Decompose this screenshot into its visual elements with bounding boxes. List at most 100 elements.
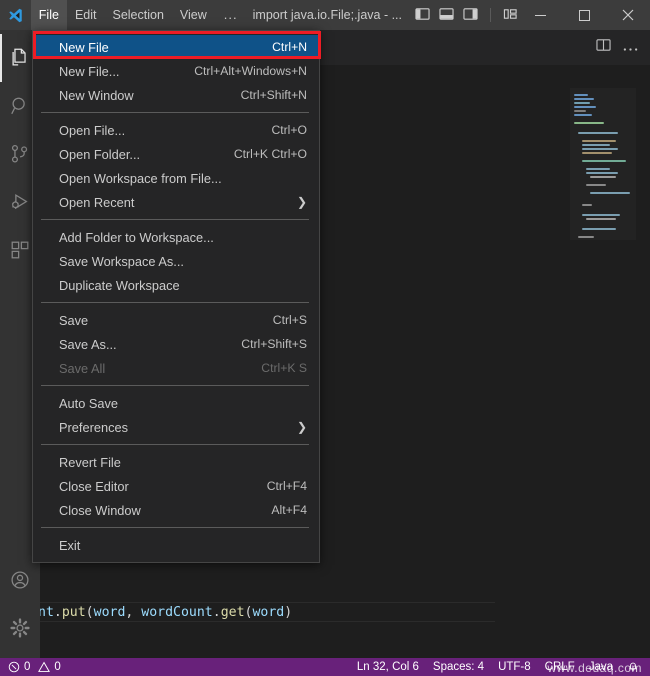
menu-item-shortcut: Ctrl+Shift+S bbox=[241, 337, 307, 351]
menu-item-label: Save All bbox=[59, 360, 106, 376]
menu-item-label: Revert File bbox=[59, 454, 121, 470]
menu-item-revert-file[interactable]: Revert File bbox=[33, 450, 319, 474]
cursor-position[interactable]: Ln 32, Col 6 bbox=[350, 661, 426, 673]
menu-item-label: Save As... bbox=[59, 336, 117, 352]
status-bar: 0 0 Ln 32, Col 6 Spaces: 4 UTF-8 CRLF Ja… bbox=[0, 658, 650, 676]
account-icon bbox=[11, 571, 29, 589]
file-menu-dropdown[interactable]: New File Ctrl+N New File... Ctrl+Alt+Win… bbox=[32, 30, 321, 563]
line-ending-setting[interactable]: CRLF bbox=[538, 661, 582, 673]
menu-item-label: Close Editor bbox=[59, 478, 129, 494]
minimize-button[interactable] bbox=[518, 0, 562, 30]
menu-item-shortcut: Ctrl+K Ctrl+O bbox=[233, 147, 307, 161]
files-icon bbox=[12, 48, 26, 66]
menu-item-label: Close Window bbox=[59, 502, 141, 518]
menu-item-save-workspace-as[interactable]: Save Workspace As... bbox=[33, 249, 319, 273]
vscode-window: File Edit Selection View ... import java… bbox=[0, 0, 650, 676]
chevron-right-icon: ❯ bbox=[296, 195, 307, 209]
menu-separator bbox=[41, 219, 309, 220]
menu-item-label: Preferences bbox=[59, 419, 128, 435]
menu-item-label: Open Folder... bbox=[59, 146, 141, 162]
menu-item-close-window[interactable]: Close Window Alt+F4 bbox=[33, 498, 319, 522]
more-actions-icon[interactable] bbox=[623, 39, 638, 57]
menu-item-shortcut: Ctrl+O bbox=[271, 123, 307, 137]
editor-scrollbar[interactable] bbox=[636, 88, 650, 658]
title-divider bbox=[490, 8, 491, 22]
menu-separator bbox=[41, 302, 309, 303]
menu-item-shortcut: Ctrl+Shift+N bbox=[240, 88, 307, 102]
menu-item-new-window[interactable]: New Window Ctrl+Shift+N bbox=[33, 83, 319, 107]
menu-file[interactable]: File bbox=[30, 0, 67, 30]
menu-edit[interactable]: Edit bbox=[67, 0, 105, 30]
chevron-right-icon: ❯ bbox=[296, 420, 307, 434]
layout-controls bbox=[415, 7, 518, 24]
language-mode[interactable]: Java bbox=[582, 661, 620, 673]
window-title: import java.io.File;.java - ... bbox=[252, 8, 402, 22]
menu-item-open-file[interactable]: Open File... Ctrl+O bbox=[33, 118, 319, 142]
menu-item-save[interactable]: Save Ctrl+S bbox=[33, 308, 319, 332]
menu-item-label: Auto Save bbox=[59, 395, 119, 411]
activity-bar-bottom bbox=[0, 556, 40, 658]
toggle-panel-icon[interactable] bbox=[439, 7, 454, 24]
customize-layout-icon[interactable] bbox=[503, 7, 518, 24]
menu-item-new-file[interactable]: New File Ctrl+N bbox=[33, 35, 319, 59]
menu-item-shortcut: Ctrl+N bbox=[272, 40, 307, 54]
gear-icon bbox=[10, 618, 30, 638]
toggle-secondary-sidebar-icon[interactable] bbox=[463, 7, 478, 24]
menu-view[interactable]: View bbox=[172, 0, 215, 30]
menu-item-label: Open File... bbox=[59, 122, 126, 138]
menu-item-label: New File... bbox=[59, 63, 120, 79]
menu-item-preferences[interactable]: Preferences ❯ bbox=[33, 415, 319, 439]
error-circle-icon[interactable] bbox=[8, 661, 20, 673]
minimap[interactable] bbox=[570, 88, 636, 658]
warning-count[interactable]: 0 bbox=[54, 661, 60, 673]
menu-item-label: Save bbox=[59, 312, 89, 328]
sidebar-item-manage[interactable] bbox=[0, 604, 40, 652]
menu-bar: File Edit Selection View ... bbox=[30, 0, 247, 30]
menu-item-shortcut: Ctrl+S bbox=[272, 313, 307, 327]
menu-more[interactable]: ... bbox=[215, 0, 247, 30]
toggle-primary-sidebar-icon[interactable] bbox=[415, 7, 430, 24]
menu-item-duplicate-workspace[interactable]: Duplicate Workspace bbox=[33, 273, 319, 297]
warning-triangle-icon[interactable] bbox=[38, 661, 51, 673]
vscode-logo-icon bbox=[0, 0, 31, 30]
menu-item-shortcut: Alt+F4 bbox=[271, 503, 307, 517]
menu-item-new-file-dialog[interactable]: New File... Ctrl+Alt+Windows+N bbox=[33, 59, 319, 83]
menu-item-open-recent[interactable]: Open Recent ❯ bbox=[33, 190, 319, 214]
menu-item-label: Save Workspace As... bbox=[59, 253, 184, 269]
menu-item-save-as[interactable]: Save As... Ctrl+Shift+S bbox=[33, 332, 319, 356]
menu-item-label: Add Folder to Workspace... bbox=[59, 229, 214, 245]
menu-item-shortcut: Ctrl+F4 bbox=[266, 479, 307, 493]
menu-item-open-workspace-from-file[interactable]: Open Workspace from File... bbox=[33, 166, 319, 190]
menu-item-shortcut: Ctrl+Alt+Windows+N bbox=[194, 64, 307, 78]
menu-selection[interactable]: Selection bbox=[104, 0, 171, 30]
menu-item-open-folder[interactable]: Open Folder... Ctrl+K Ctrl+O bbox=[33, 142, 319, 166]
menu-item-label: New File bbox=[59, 39, 109, 55]
split-editor-icon[interactable] bbox=[596, 38, 611, 57]
menu-separator bbox=[41, 527, 309, 528]
sidebar-item-accounts[interactable] bbox=[0, 556, 40, 604]
menu-separator bbox=[41, 444, 309, 445]
indentation-setting[interactable]: Spaces: 4 bbox=[426, 661, 491, 673]
menu-item-exit[interactable]: Exit bbox=[33, 533, 319, 557]
status-bar-left: 0 0 bbox=[0, 661, 61, 673]
menu-item-label: Duplicate Workspace bbox=[59, 277, 180, 293]
menu-item-auto-save[interactable]: Auto Save bbox=[33, 391, 319, 415]
run-debug-icon bbox=[12, 193, 28, 210]
close-button[interactable] bbox=[606, 0, 650, 30]
error-count[interactable]: 0 bbox=[24, 661, 30, 673]
menu-item-close-editor[interactable]: Close Editor Ctrl+F4 bbox=[33, 474, 319, 498]
encoding-setting[interactable]: UTF-8 bbox=[491, 661, 538, 673]
menu-item-shortcut: Ctrl+K S bbox=[261, 361, 307, 375]
menu-separator bbox=[41, 112, 309, 113]
editor-tab-actions bbox=[596, 30, 650, 65]
bell-icon[interactable] bbox=[620, 660, 646, 675]
menu-item-add-folder-to-workspace[interactable]: Add Folder to Workspace... bbox=[33, 225, 319, 249]
status-bar-right: Ln 32, Col 6 Spaces: 4 UTF-8 CRLF Java bbox=[350, 660, 650, 675]
menu-item-label: Exit bbox=[59, 537, 81, 553]
search-icon bbox=[11, 97, 25, 115]
menu-item-save-all: Save All Ctrl+K S bbox=[33, 356, 319, 380]
maximize-button[interactable] bbox=[562, 0, 606, 30]
window-controls bbox=[518, 0, 650, 30]
source-control-icon bbox=[11, 145, 28, 163]
menu-item-label: Open Workspace from File... bbox=[59, 170, 222, 186]
